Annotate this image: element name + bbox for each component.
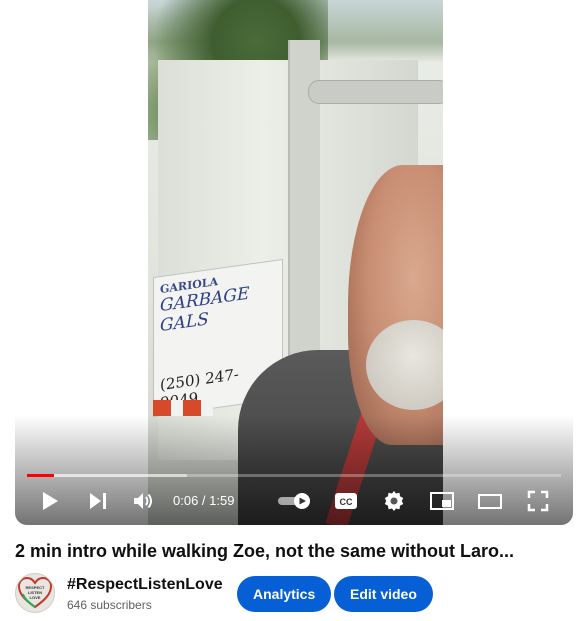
progress-played xyxy=(27,474,54,477)
settings-button[interactable] xyxy=(381,486,407,516)
svg-text:LOVE: LOVE xyxy=(30,595,41,600)
theater-mode-icon xyxy=(478,494,502,509)
analytics-button[interactable]: Analytics xyxy=(237,576,332,612)
heart-logo-icon: RESPECT LISTEN LOVE xyxy=(17,576,53,609)
video-title: 2 min intro while walking Zoe, not the s… xyxy=(15,541,515,561)
closed-captions-icon: CC xyxy=(335,493,357,509)
fullscreen-icon xyxy=(527,490,549,512)
miniplayer-button[interactable] xyxy=(428,486,456,516)
duration: 1:59 xyxy=(209,493,235,508)
time-separator: / xyxy=(198,493,210,508)
gear-icon xyxy=(384,491,404,511)
channel-avatar[interactable]: RESPECT LISTEN LOVE xyxy=(15,573,55,613)
fullscreen-button[interactable] xyxy=(525,486,551,516)
theater-mode-button[interactable] xyxy=(476,486,504,516)
play-button[interactable] xyxy=(35,486,65,516)
autoplay-toggle-icon xyxy=(278,493,310,509)
volume-button[interactable] xyxy=(129,486,159,516)
next-button[interactable] xyxy=(83,486,113,516)
next-icon xyxy=(90,493,106,509)
channel-name[interactable]: #RespectListenLove xyxy=(67,576,223,594)
progress-bar[interactable] xyxy=(27,474,561,477)
captions-button[interactable]: CC xyxy=(333,486,359,516)
truck-reflector-stripe xyxy=(153,400,213,416)
autoplay-toggle[interactable] xyxy=(277,486,313,516)
play-icon xyxy=(43,492,58,510)
subscriber-count: 646 subscribers xyxy=(67,598,152,612)
volume-icon xyxy=(134,493,152,509)
edit-video-button[interactable]: Edit video xyxy=(334,576,433,612)
video-player[interactable]: GARIOLA GARBAGE GALS (250) 247-9049 0:06… xyxy=(15,0,573,525)
svg-text:CC: CC xyxy=(340,497,353,507)
truck-pipe xyxy=(308,80,443,104)
miniplayer-icon xyxy=(430,492,454,510)
current-time: 0:06 xyxy=(173,493,199,508)
time-display: 0:06 / 1:59 xyxy=(173,493,234,508)
